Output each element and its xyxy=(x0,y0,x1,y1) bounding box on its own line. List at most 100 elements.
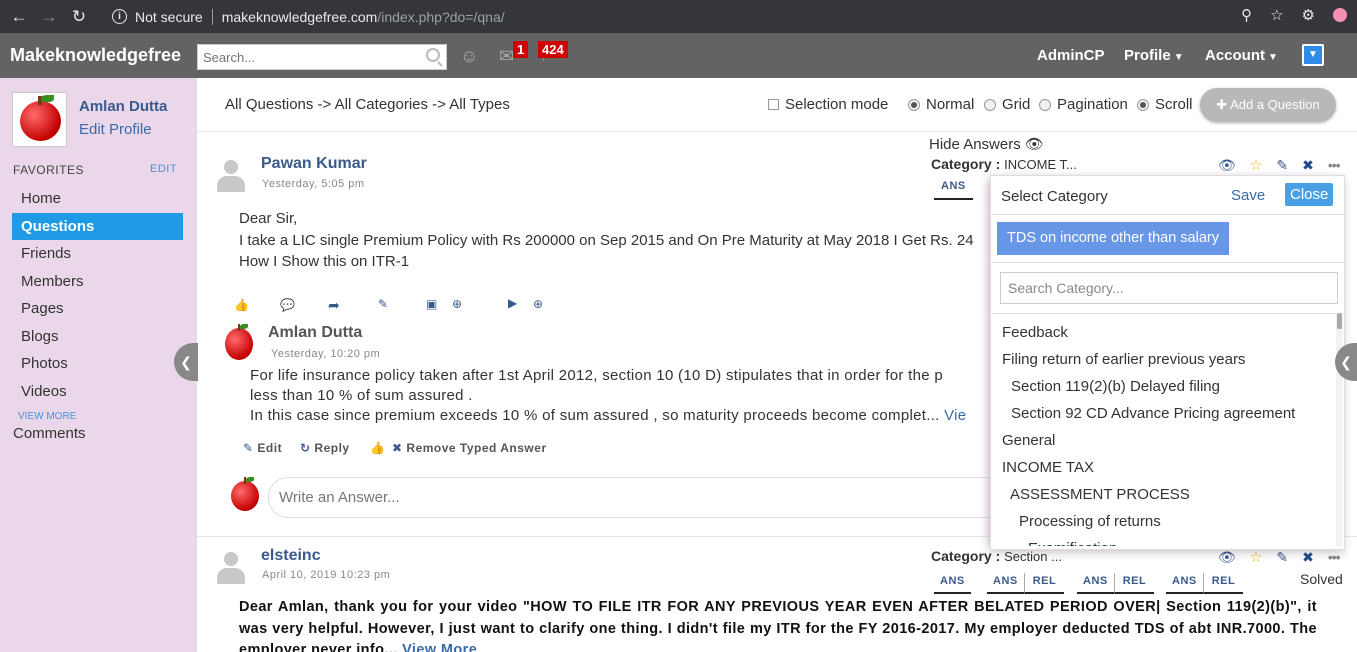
tab-ans[interactable]: ANS xyxy=(934,573,971,594)
site-search[interactable] xyxy=(197,44,447,70)
category-item[interactable]: Section 92 CD Advance Pricing agreement xyxy=(1002,403,1332,430)
pencil-icon[interactable]: ✎ xyxy=(1276,157,1288,174)
view-more-link[interactable]: Vie xyxy=(944,407,966,424)
answer-tabs: ANS REL xyxy=(1077,573,1155,594)
apple-avatar-icon[interactable] xyxy=(225,323,253,360)
site-logo[interactable]: Makeknowledgefree xyxy=(10,45,181,66)
sidebar-item-members[interactable]: Members xyxy=(12,268,183,296)
question-author[interactable]: elsteinc xyxy=(261,547,321,565)
extension-icon[interactable]: ⚙ xyxy=(1302,6,1315,24)
add-video-icon[interactable]: ⊕ xyxy=(533,297,543,311)
category-info[interactable]: Category : INCOME T... xyxy=(931,156,1077,172)
sidebar-item-videos[interactable]: Videos xyxy=(12,378,183,406)
sidebar-item-photos[interactable]: Photos xyxy=(12,350,183,378)
zoom-icon[interactable]: ⚲ xyxy=(1241,6,1252,24)
sidebar-item-friends[interactable]: Friends xyxy=(12,240,183,268)
like-answer-button[interactable]: 👍 xyxy=(370,441,385,455)
question-author[interactable]: Pawan Kumar xyxy=(261,155,367,173)
edit-profile-link[interactable]: Edit Profile xyxy=(79,121,152,138)
search-icon[interactable] xyxy=(426,48,440,62)
pencil-icon[interactable]: ✎ xyxy=(378,297,388,311)
category-item[interactable]: General xyxy=(1002,430,1332,457)
account-menu[interactable]: Account ▼ xyxy=(1205,47,1278,64)
category-item[interactable]: Feedback xyxy=(1002,322,1332,349)
reload-icon[interactable]: ↻ xyxy=(68,6,90,28)
view-more-link[interactable]: VIEW MORE xyxy=(18,411,76,422)
avatar[interactable] xyxy=(217,160,245,192)
image-icon[interactable]: ▣ xyxy=(426,297,437,311)
search-input[interactable] xyxy=(198,45,418,69)
eye-icon: 👁 xyxy=(1024,136,1044,153)
category-item[interactable]: Filing return of earlier previous years xyxy=(1002,349,1332,376)
category-item[interactable]: Section 119(2)(b) Delayed filing xyxy=(1002,376,1332,403)
pencil-icon[interactable]: ✎ xyxy=(1276,549,1288,566)
avatar[interactable] xyxy=(217,552,245,584)
category-item[interactable]: ASSESSMENT PROCESS xyxy=(1002,484,1332,511)
view-normal-radio[interactable]: Normal xyxy=(908,96,974,113)
sidebar-item-questions[interactable]: Questions xyxy=(12,212,183,240)
like-icon[interactable]: 👍 xyxy=(234,298,249,312)
reply-button[interactable]: ↻ Reply xyxy=(300,441,350,455)
category-search-input[interactable]: Search Category... xyxy=(1000,272,1338,304)
edit-answer-button[interactable]: ✎ Edit xyxy=(243,441,282,455)
info-icon[interactable]: i xyxy=(112,9,127,24)
bookmark-star-icon[interactable]: ☆ xyxy=(1270,6,1283,24)
category-item[interactable]: Examification xyxy=(1002,538,1332,546)
back-arrow-icon[interactable]: ← xyxy=(8,6,30,28)
tab-ans[interactable]: ANS xyxy=(987,573,1024,594)
close-icon[interactable]: ✖ xyxy=(1302,549,1314,566)
mail-icon[interactable]: ✉ xyxy=(499,46,514,67)
profile-menu[interactable]: Profile ▼ xyxy=(1124,47,1184,64)
eye-icon[interactable]: 👁 xyxy=(1218,157,1236,174)
sidebar-item-comments[interactable]: Comments xyxy=(13,425,86,442)
answer-author[interactable]: Amlan Dutta xyxy=(268,324,362,342)
close-icon[interactable]: ✖ xyxy=(1302,157,1314,174)
eye-icon[interactable]: 👁 xyxy=(1218,549,1236,566)
forward-arrow-icon[interactable]: → xyxy=(38,6,60,28)
sidebar-item-home[interactable]: Home xyxy=(12,185,183,213)
tab-rel[interactable]: REL xyxy=(1113,573,1155,594)
star-icon[interactable]: ☆ xyxy=(1250,549,1263,566)
view-grid-radio[interactable]: Grid xyxy=(984,96,1030,113)
more-icon[interactable]: ••• xyxy=(1328,157,1341,174)
write-answer-input[interactable]: Write an Answer... xyxy=(268,477,1008,518)
avatar[interactable] xyxy=(12,92,67,147)
category-item[interactable]: INCOME TAX xyxy=(1002,457,1332,484)
profile-menu-label: Profile xyxy=(1124,47,1171,64)
favorites-edit-link[interactable]: EDIT xyxy=(150,163,177,175)
tab-rel[interactable]: REL xyxy=(1202,573,1244,594)
friend-request-icon[interactable]: ☺ xyxy=(460,46,478,67)
tab-ans[interactable]: ANS xyxy=(1166,573,1203,594)
view-scroll-radio[interactable]: Scroll xyxy=(1137,96,1193,113)
sidebar-item-blogs[interactable]: Blogs xyxy=(12,323,183,351)
hide-answers-toggle[interactable]: Hide Answers 👁 xyxy=(929,135,1044,153)
selected-category-chip[interactable]: TDS on income other than salary xyxy=(997,222,1229,255)
profile-extension-icon[interactable] xyxy=(1333,8,1347,22)
add-image-icon[interactable]: ⊕ xyxy=(452,297,462,311)
admincp-link[interactable]: AdminCP xyxy=(1037,47,1105,64)
sidebar-user-name[interactable]: Amlan Dutta xyxy=(79,98,167,115)
view-more-link[interactable]: View More xyxy=(402,642,477,652)
sidebar-item-pages[interactable]: Pages xyxy=(12,295,183,323)
tab-answers[interactable]: ANS xyxy=(934,180,973,200)
remove-answer-button[interactable]: ✖ Remove Typed Answer xyxy=(392,441,547,455)
video-icon[interactable]: ▶ xyxy=(508,296,517,310)
header-dropdown-button[interactable]: ▼ xyxy=(1302,44,1324,66)
category-item[interactable]: Processing of returns xyxy=(1002,511,1332,538)
address-bar[interactable]: makeknowledgefree.com/index.php?do=/qna/ xyxy=(222,9,505,25)
more-icon[interactable]: ••• xyxy=(1328,549,1341,566)
star-icon[interactable]: ☆ xyxy=(1250,157,1263,174)
view-pagination-radio[interactable]: Pagination xyxy=(1039,96,1128,113)
scrollbar-thumb[interactable] xyxy=(1337,313,1342,329)
save-button[interactable]: Save xyxy=(1231,187,1265,204)
answer-line-3: In this case since premium exceeds 10 % … xyxy=(250,407,966,424)
tab-ans[interactable]: ANS xyxy=(1077,573,1114,594)
share-icon[interactable]: ➦ xyxy=(328,297,340,314)
comment-icon[interactable]: 💬 xyxy=(280,298,295,312)
add-question-button[interactable]: ✚ Add a Question xyxy=(1200,88,1336,122)
close-button[interactable]: Close xyxy=(1285,183,1334,206)
selection-mode-checkbox[interactable]: Selection mode xyxy=(768,96,888,113)
solved-status: Solved xyxy=(1300,571,1343,587)
tab-rel[interactable]: REL xyxy=(1023,573,1065,594)
category-info[interactable]: Category : Section ... xyxy=(931,548,1062,564)
